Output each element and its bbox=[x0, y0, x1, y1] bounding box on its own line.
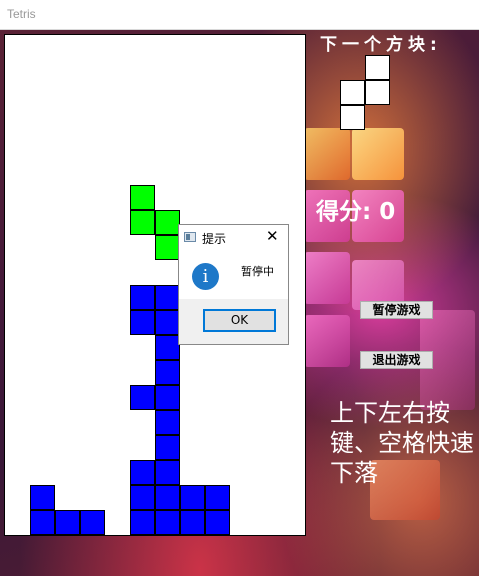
decor-cube bbox=[304, 315, 350, 367]
window-title: Tetris bbox=[7, 7, 36, 21]
window-titlebar: Tetris bbox=[0, 0, 479, 30]
close-icon[interactable]: ✕ bbox=[266, 228, 279, 244]
decor-cube bbox=[352, 128, 404, 180]
dialog-message: 暂停中 bbox=[241, 265, 274, 278]
decor-cube bbox=[304, 128, 350, 180]
score-value: 0 bbox=[379, 199, 396, 225]
stack-block bbox=[130, 310, 155, 335]
stack-block bbox=[180, 510, 205, 535]
stack-block bbox=[30, 485, 55, 510]
stack-block bbox=[130, 485, 155, 510]
score-display: 得分: 0 bbox=[316, 192, 395, 226]
falling-block bbox=[155, 210, 180, 235]
exit-game-button[interactable]: 退出游戏 bbox=[360, 351, 433, 369]
dialog-titlebar: 提示 ✕ bbox=[179, 225, 288, 251]
stack-block bbox=[155, 460, 180, 485]
stack-block bbox=[205, 510, 230, 535]
stack-block bbox=[180, 485, 205, 510]
stack-block bbox=[155, 385, 180, 410]
stack-block bbox=[155, 485, 180, 510]
dialog-title: 提示 bbox=[202, 232, 227, 246]
next-piece-block bbox=[365, 80, 390, 105]
stack-block bbox=[130, 510, 155, 535]
app-icon bbox=[184, 232, 196, 242]
next-piece-preview bbox=[340, 55, 390, 130]
stack-block bbox=[155, 435, 180, 460]
controls-help-text: 上下左右按键、空格快速下落 bbox=[330, 399, 474, 487]
stack-block bbox=[130, 460, 155, 485]
stack-block bbox=[130, 285, 155, 310]
stack-block bbox=[155, 510, 180, 535]
next-piece-label: 下一个方块: bbox=[320, 35, 442, 55]
stack-block bbox=[155, 310, 180, 335]
pause-dialog: 提示 ✕ i 暂停中 OK bbox=[178, 224, 289, 345]
ok-button[interactable]: OK bbox=[203, 309, 276, 332]
stack-block bbox=[30, 510, 55, 535]
stack-block bbox=[155, 410, 180, 435]
falling-block bbox=[155, 235, 180, 260]
stack-block bbox=[155, 335, 180, 360]
info-icon: i bbox=[192, 263, 219, 290]
next-piece-block bbox=[365, 55, 390, 80]
decor-cube bbox=[304, 252, 350, 304]
dialog-body: i 暂停中 bbox=[179, 251, 288, 299]
stack-block bbox=[205, 485, 230, 510]
stack-block bbox=[130, 385, 155, 410]
falling-block bbox=[130, 210, 155, 235]
stack-block bbox=[80, 510, 105, 535]
next-piece-block bbox=[340, 80, 365, 105]
stack-block bbox=[155, 285, 180, 310]
stack-block bbox=[155, 360, 180, 385]
falling-block bbox=[130, 185, 155, 210]
score-label: 得分: bbox=[316, 199, 380, 225]
stack-block bbox=[55, 510, 80, 535]
pause-game-button[interactable]: 暂停游戏 bbox=[360, 301, 433, 319]
next-piece-block bbox=[340, 105, 365, 130]
